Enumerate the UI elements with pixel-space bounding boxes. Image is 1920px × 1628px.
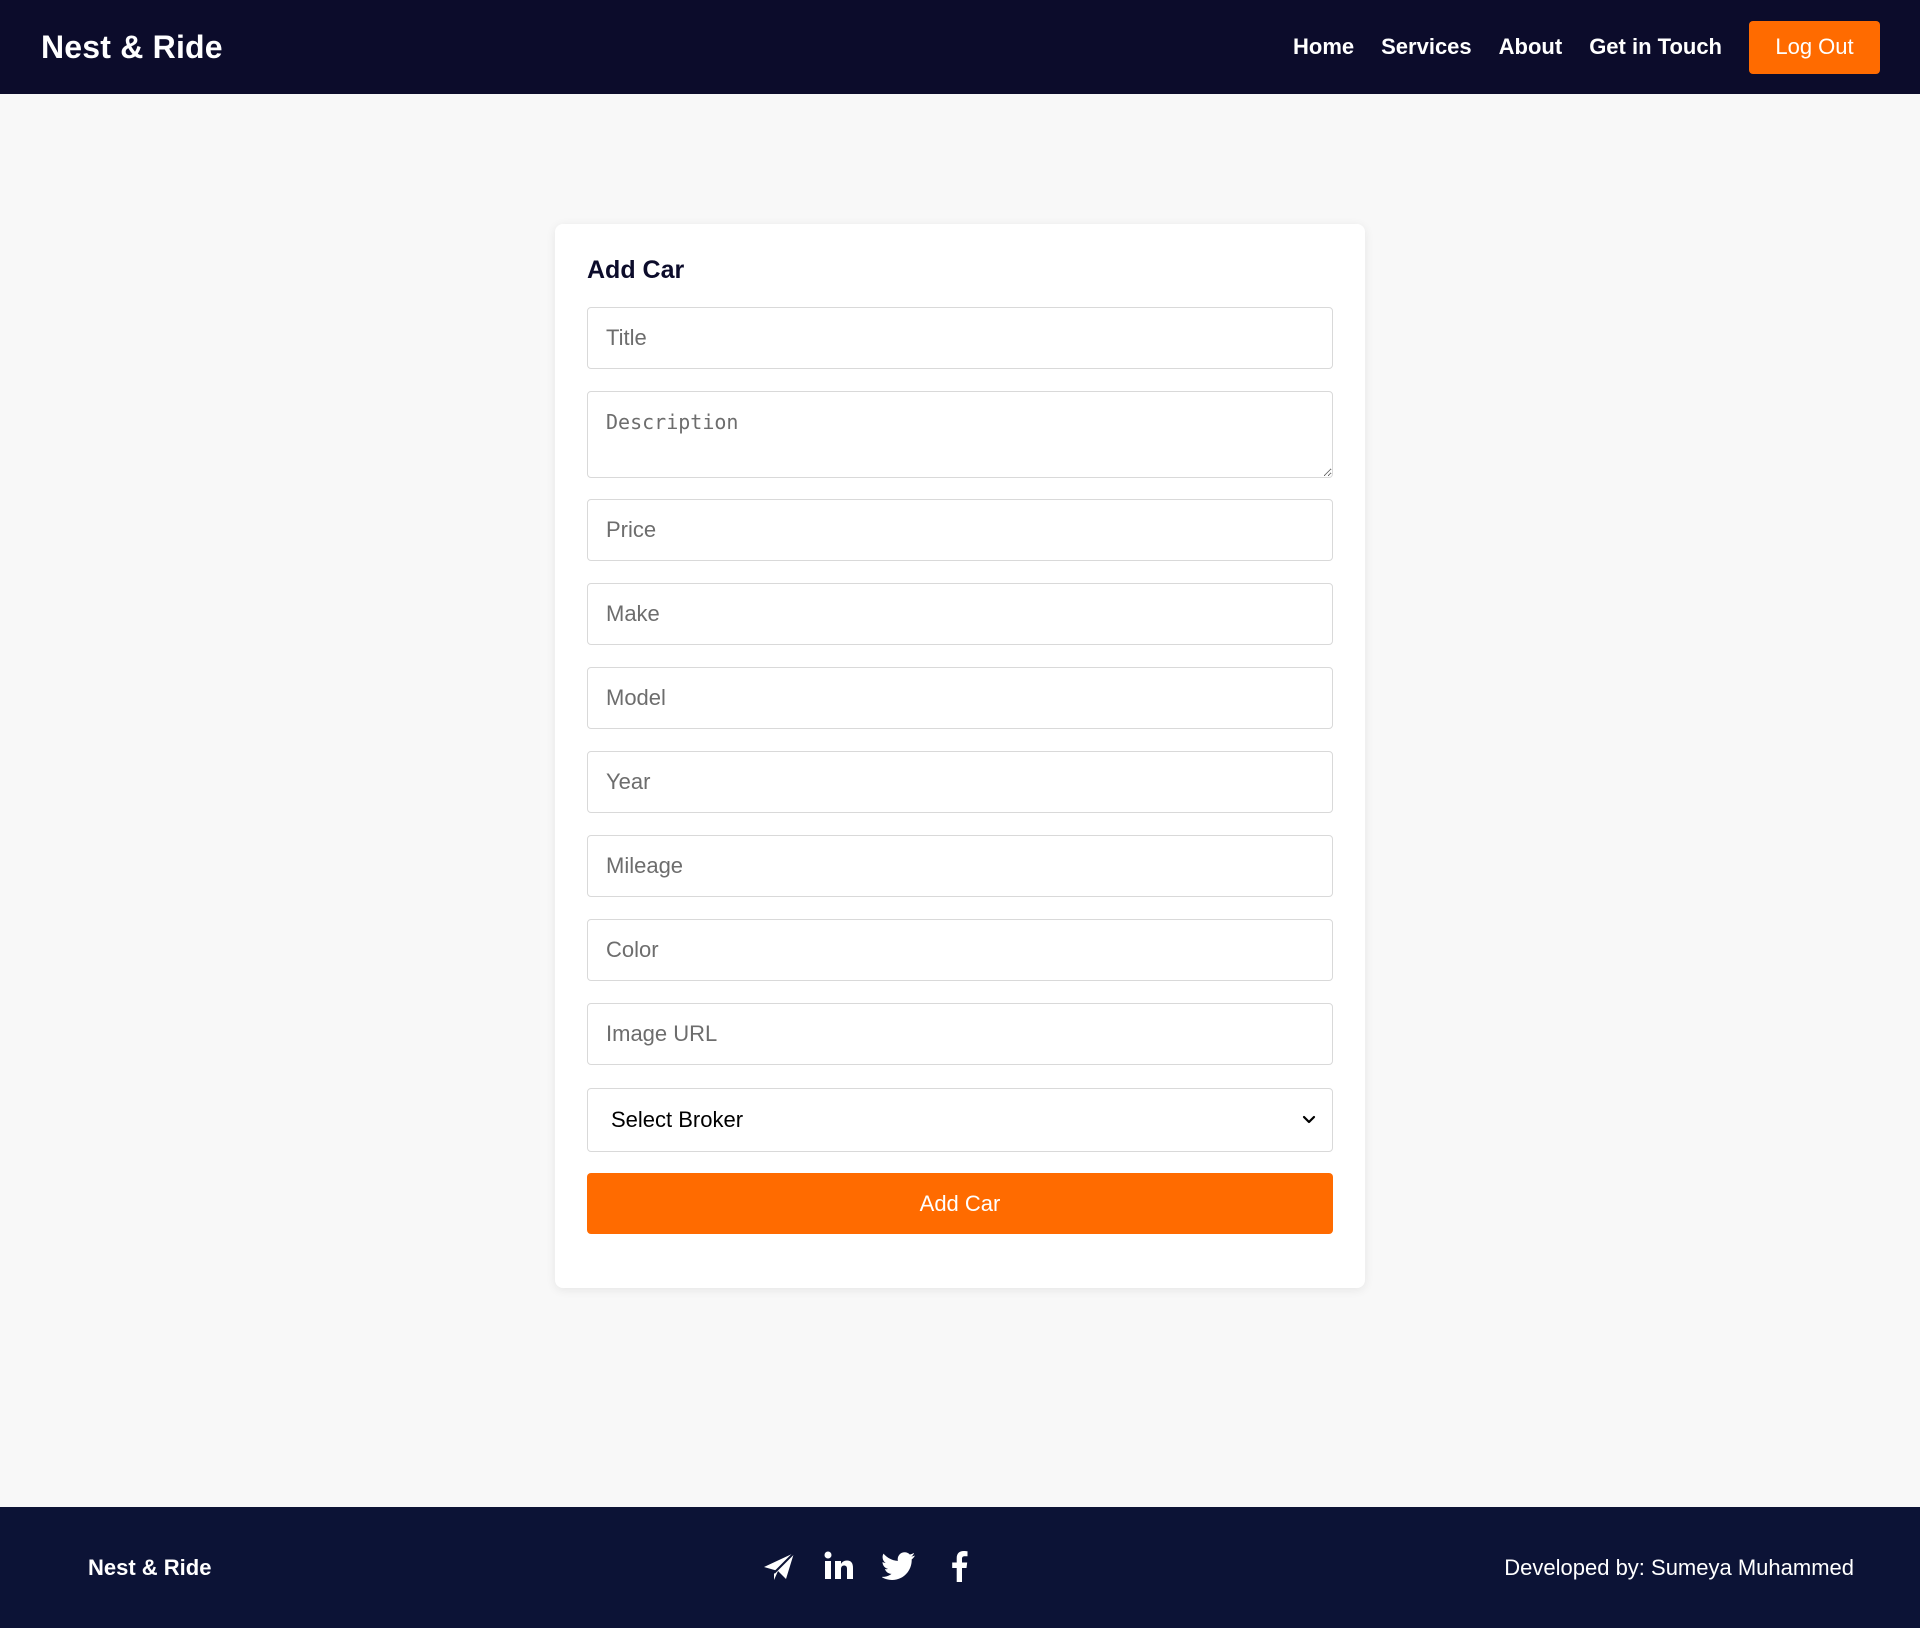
telegram-icon[interactable] — [762, 1549, 796, 1583]
logout-button[interactable]: Log Out — [1749, 20, 1880, 74]
color-input[interactable] — [587, 919, 1333, 981]
chevron-down-icon — [1302, 1115, 1316, 1124]
nav-about-link[interactable]: About — [1499, 34, 1563, 60]
add-car-card: Add Car Select Broker Add Car — [555, 224, 1365, 1288]
year-input[interactable] — [587, 751, 1333, 813]
title-input[interactable] — [587, 307, 1333, 369]
top-navbar: Nest & Ride Home Services About Get in T… — [0, 0, 1920, 94]
broker-select-value: Select Broker — [611, 1107, 744, 1132]
price-input[interactable] — [587, 499, 1333, 561]
nav-home-link[interactable]: Home — [1293, 34, 1354, 60]
main-nav: Home Services About Get in Touch Log Out — [1293, 20, 1880, 74]
social-links — [762, 1549, 976, 1583]
make-input[interactable] — [587, 583, 1333, 645]
footer-brand: Nest & Ride — [88, 1554, 212, 1580]
twitter-icon[interactable] — [882, 1549, 916, 1583]
add-car-button[interactable]: Add Car — [587, 1173, 1333, 1234]
description-textarea[interactable] — [587, 391, 1333, 478]
brand-logo[interactable]: Nest & Ride — [41, 29, 223, 66]
broker-select[interactable]: Select Broker — [587, 1088, 1333, 1152]
form-title: Add Car — [587, 256, 685, 284]
facebook-icon[interactable] — [942, 1549, 976, 1583]
mileage-input[interactable] — [587, 835, 1333, 897]
linkedin-icon[interactable] — [822, 1549, 856, 1583]
image-url-input[interactable] — [587, 1003, 1333, 1065]
footer: Nest & Ride Developed by: Sumeya Muhamme… — [0, 1507, 1920, 1628]
nav-contact-link[interactable]: Get in Touch — [1589, 34, 1722, 60]
model-input[interactable] — [587, 667, 1333, 729]
nav-services-link[interactable]: Services — [1381, 34, 1472, 60]
page: Nest & Ride Home Services About Get in T… — [0, 0, 1920, 1628]
developer-credit: Developed by: Sumeya Muhammed — [1504, 1554, 1854, 1580]
